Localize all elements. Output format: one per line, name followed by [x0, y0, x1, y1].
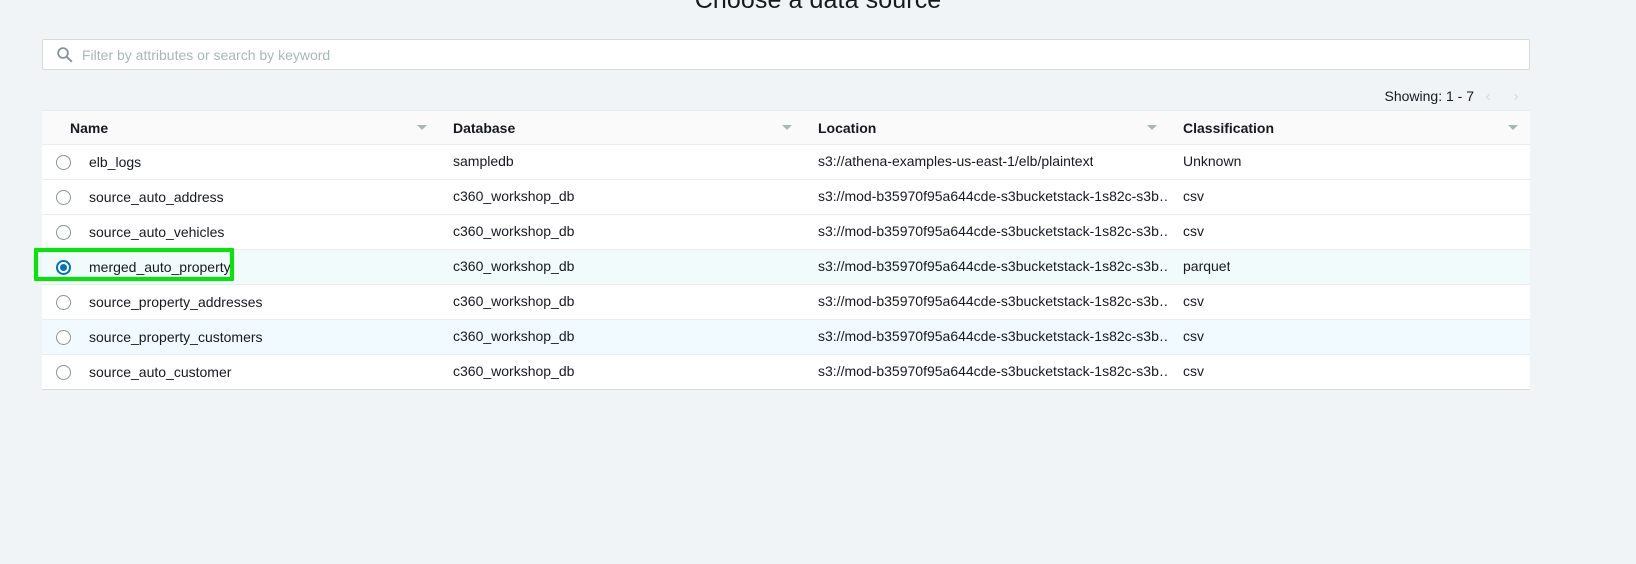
radio-button[interactable] [56, 225, 71, 240]
cell-classification-label: csv [1169, 188, 1204, 204]
radio-button[interactable] [56, 190, 71, 205]
cell-name[interactable]: source_auto_address [42, 180, 439, 215]
table-row-name-label: merged_auto_property [89, 259, 231, 275]
data-source-table: Name Database Location [42, 111, 1530, 389]
column-header-classification[interactable]: Classification [1169, 111, 1530, 145]
cell-name[interactable]: source_property_addresses [42, 285, 439, 320]
data-source-picker-page: Choose a data source Showing: 1 - 7 ‹ › … [0, 0, 1636, 564]
sort-chevron-down-icon[interactable] [1147, 125, 1157, 130]
search-icon [56, 46, 73, 63]
sort-chevron-down-icon[interactable] [782, 125, 792, 130]
table-row-name-label: source_auto_address [89, 189, 224, 205]
cell-classification-label: csv [1169, 328, 1204, 344]
cell-name[interactable]: elb_logs [42, 145, 439, 180]
table-row[interactable]: source_auto_customer c360_workshop_db s3:/… [42, 355, 1530, 390]
table-row[interactable]: source_auto_address c360_workshop_db s3://… [42, 180, 1530, 215]
cell-database-label: c360_workshop_db [439, 258, 574, 274]
sort-chevron-down-icon[interactable] [1508, 125, 1518, 130]
cell-name[interactable]: source_property_customers [42, 320, 439, 355]
search-input[interactable] [82, 45, 1521, 65]
cell-database-label: c360_workshop_db [439, 293, 574, 309]
radio-button[interactable] [56, 365, 71, 380]
column-header-database[interactable]: Database [439, 111, 804, 145]
showing-count-label: Showing: 1 - 7 [1385, 88, 1475, 104]
column-header-name[interactable]: Name [42, 111, 439, 145]
cell-database: c360_workshop_db [439, 355, 804, 390]
cell-location: s3://athena-examples-us-east-1/elb/plain… [804, 145, 1169, 180]
radio-button[interactable] [56, 155, 71, 170]
cell-location-label: s3://mod-b35970f95a644cde-s3bucketstack-… [804, 188, 1169, 204]
cell-database: c360_workshop_db [439, 320, 804, 355]
cell-name[interactable]: merged_auto_property [42, 250, 439, 285]
cell-location: s3://mod-b35970f95a644cde-s3bucketstack-… [804, 355, 1169, 390]
table-header: Name Database Location [42, 111, 1530, 145]
column-header-classification-label: Classification [1183, 120, 1274, 136]
cell-classification-label: csv [1169, 223, 1204, 239]
previous-page-icon[interactable]: ‹ [1474, 85, 1502, 107]
cell-classification: csv [1169, 320, 1530, 355]
cell-classification: csv [1169, 285, 1530, 320]
cell-classification: parquet [1169, 250, 1530, 285]
cell-location-label: s3://athena-examples-us-east-1/elb/plain… [804, 153, 1093, 169]
table-body: elb_logs sampledb s3://athena-examples-us-… [42, 145, 1530, 390]
cell-location-label: s3://mod-b35970f95a644cde-s3bucketstack-… [804, 223, 1169, 239]
cell-location-label: s3://mod-b35970f95a644cde-s3bucketstack-… [804, 293, 1169, 309]
cell-classification: csv [1169, 180, 1530, 215]
column-header-location[interactable]: Location [804, 111, 1169, 145]
cell-location: s3://mod-b35970f95a644cde-s3bucketstack-… [804, 320, 1169, 355]
table-row-name-label: source_auto_customer [89, 364, 231, 380]
table-row[interactable]: source_property_addresses c360_workshop_d… [42, 285, 1530, 320]
table-row[interactable]: source_auto_vehicles c360_workshop_db s3:/… [42, 215, 1530, 250]
data-source-table-card: Name Database Location [42, 110, 1530, 390]
cell-classification-label: csv [1169, 293, 1204, 309]
cell-classification: Unknown [1169, 145, 1530, 180]
cell-database: c360_workshop_db [439, 180, 804, 215]
cell-location-label: s3://mod-b35970f95a644cde-s3bucketstack-… [804, 363, 1169, 379]
cell-database-label: c360_workshop_db [439, 223, 574, 239]
cell-location: s3://mod-b35970f95a644cde-s3bucketstack-… [804, 285, 1169, 320]
cell-location-label: s3://mod-b35970f95a644cde-s3bucketstack-… [804, 328, 1169, 344]
next-page-icon[interactable]: › [1502, 85, 1530, 107]
cell-classification: csv [1169, 215, 1530, 250]
table-row-name-label: source_property_addresses [89, 294, 263, 310]
cell-database: c360_workshop_db [439, 215, 804, 250]
sort-chevron-down-icon[interactable] [417, 125, 427, 130]
cell-classification-label: csv [1169, 363, 1204, 379]
cell-database: sampledb [439, 145, 804, 180]
radio-button-selected[interactable] [56, 260, 71, 275]
cell-classification-label: Unknown [1169, 153, 1241, 169]
radio-button[interactable] [56, 330, 71, 345]
pagination-bar: Showing: 1 - 7 ‹ › [42, 84, 1530, 108]
table-header-row: Name Database Location [42, 111, 1530, 145]
table-row[interactable]: merged_auto_property c360_workshop_db s3:/… [42, 250, 1530, 285]
cell-database: c360_workshop_db [439, 250, 804, 285]
table-row[interactable]: source_property_customers c360_workshop_d… [42, 320, 1530, 355]
column-header-location-label: Location [818, 120, 876, 136]
column-header-database-label: Database [453, 120, 515, 136]
cell-name[interactable]: source_auto_vehicles [42, 215, 439, 250]
cell-name[interactable]: source_auto_customer [42, 355, 439, 390]
table-row-name-label: source_auto_vehicles [89, 224, 224, 240]
page-title: Choose a data source [0, 0, 1636, 15]
cell-classification-label: parquet [1169, 258, 1230, 274]
table-row-name-label: elb_logs [89, 154, 141, 170]
cell-database: c360_workshop_db [439, 285, 804, 320]
radio-button[interactable] [56, 295, 71, 310]
cell-database-label: c360_workshop_db [439, 363, 574, 379]
table-row-name-label: source_property_customers [89, 329, 263, 345]
cell-location: s3://mod-b35970f95a644cde-s3bucketstack-… [804, 250, 1169, 285]
cell-database-label: c360_workshop_db [439, 188, 574, 204]
cell-database-label: sampledb [439, 153, 514, 169]
table-row[interactable]: elb_logs sampledb s3://athena-examples-us-… [42, 145, 1530, 180]
cell-classification: csv [1169, 355, 1530, 390]
column-header-name-label: Name [70, 120, 108, 136]
cell-location-label: s3://mod-b35970f95a644cde-s3bucketstack-… [804, 258, 1169, 274]
cell-location: s3://mod-b35970f95a644cde-s3bucketstack-… [804, 215, 1169, 250]
cell-database-label: c360_workshop_db [439, 328, 574, 344]
search-bar[interactable] [42, 39, 1530, 70]
cell-location: s3://mod-b35970f95a644cde-s3bucketstack-… [804, 180, 1169, 215]
